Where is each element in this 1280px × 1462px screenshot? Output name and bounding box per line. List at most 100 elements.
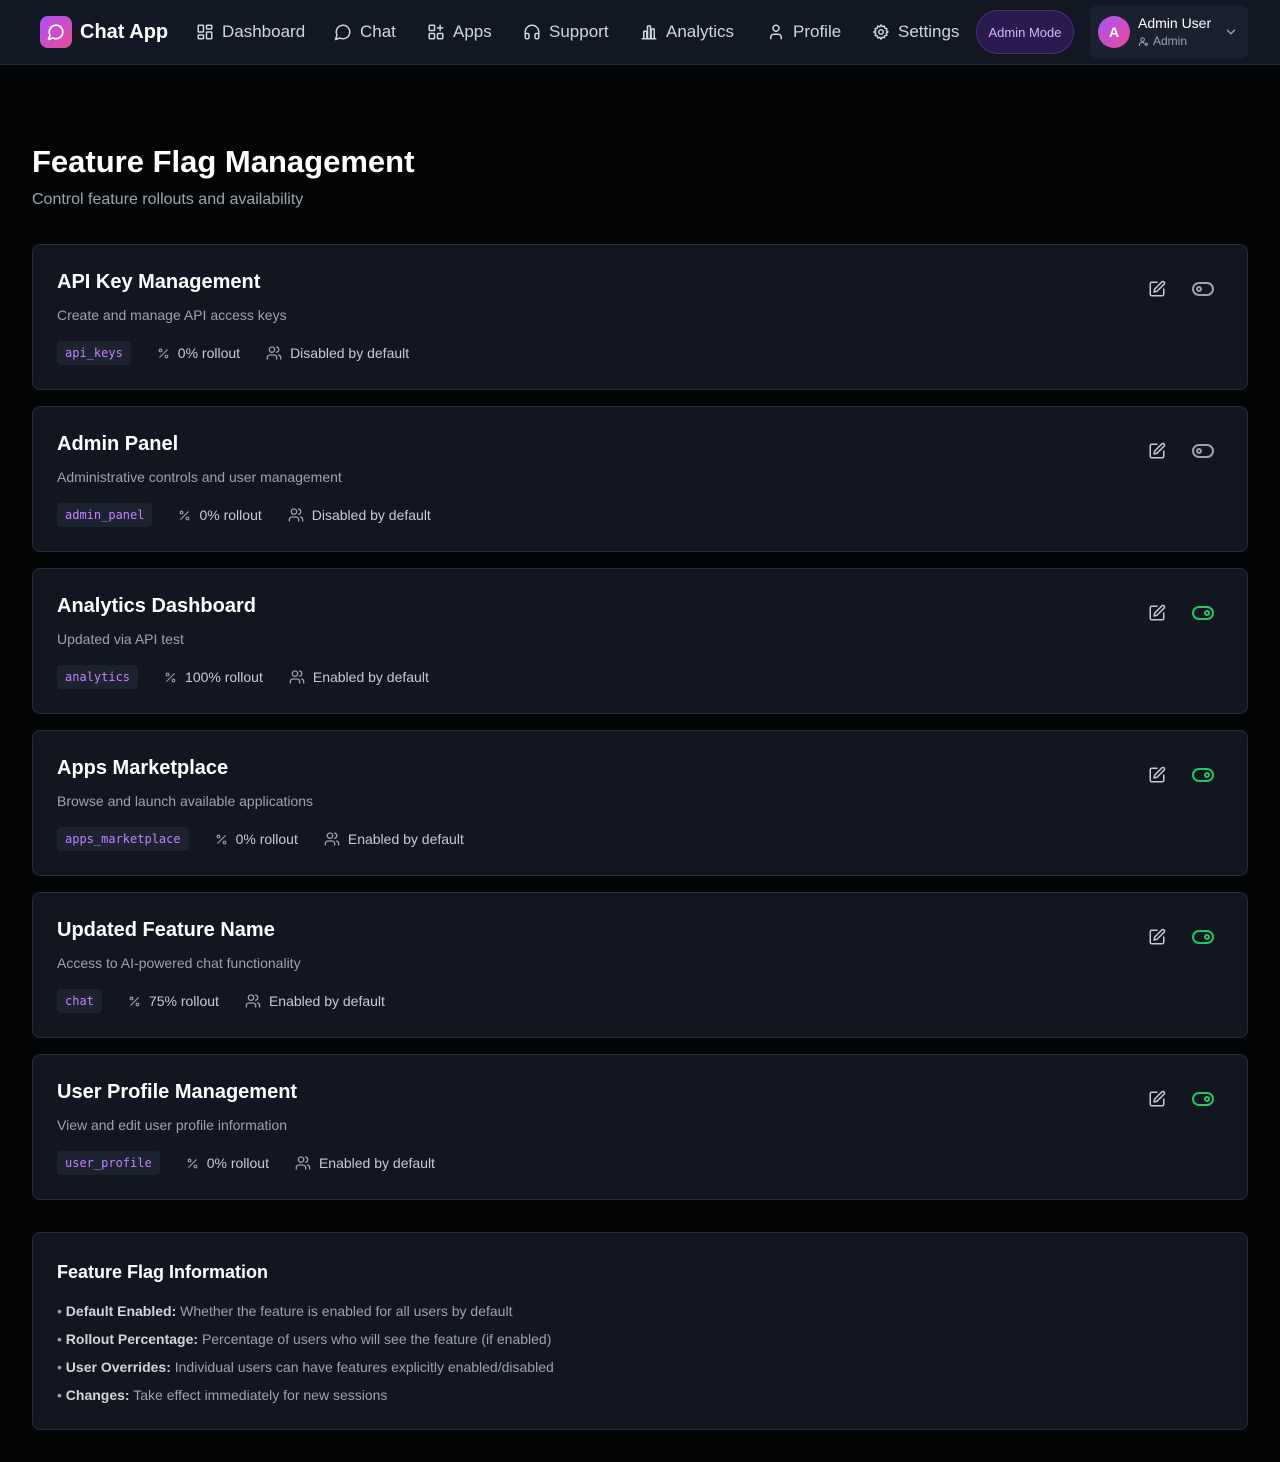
edit-flag-button[interactable]: [1145, 925, 1169, 949]
toggle-off-icon: [1192, 282, 1214, 296]
default-state-info: Enabled by default: [324, 831, 464, 847]
feature-flag-meta: analytics 100% rollout Enabled by defaul…: [57, 665, 429, 689]
edit-pencil-icon: [1149, 442, 1166, 459]
feature-flag-card-user-profile: User Profile Management View and edit us…: [32, 1054, 1248, 1200]
default-state-label: Enabled by default: [347, 831, 464, 847]
chat-bubble-logo-icon: [40, 16, 72, 48]
nav-item-chat[interactable]: Chat: [334, 18, 396, 46]
nav-label-chat: Chat: [360, 22, 396, 41]
avatar: A: [1098, 16, 1130, 48]
default-state-label: Enabled by default: [318, 1155, 435, 1171]
admin-mode-badge[interactable]: Admin Mode: [976, 10, 1074, 54]
rollout-info: 0% rollout: [186, 1155, 269, 1171]
percent-icon: [165, 672, 176, 682]
feature-flag-meta: apps_marketplace 0% rollout Enabled by d…: [57, 827, 464, 851]
brand[interactable]: Chat App: [40, 16, 168, 48]
default-state-info: Enabled by default: [289, 669, 429, 685]
feature-flag-meta: user_profile 0% rollout Enabled by defau…: [57, 1151, 435, 1175]
toggle-flag-button[interactable]: [1189, 1087, 1217, 1111]
apps-icon: [428, 24, 444, 40]
feature-flag-card-analytics: Analytics Dashboard Updated via API test…: [32, 568, 1248, 714]
feature-flag-name: API Key Management: [57, 271, 261, 293]
toggle-on-icon: [1192, 768, 1214, 782]
chat-bubble-icon: [334, 24, 351, 41]
rollout-info: 0% rollout: [215, 831, 298, 847]
edit-flag-button[interactable]: [1145, 439, 1169, 463]
user-menu[interactable]: A Admin User Admin: [1090, 5, 1248, 59]
toggle-off-icon: [1192, 444, 1214, 458]
toggle-flag-button[interactable]: [1189, 601, 1217, 625]
headset-icon: [524, 24, 540, 40]
percent-icon: [180, 510, 190, 520]
nav-label-support: Support: [549, 22, 609, 41]
edit-pencil-icon: [1149, 766, 1166, 783]
default-state-info: Enabled by default: [295, 1155, 435, 1171]
edit-flag-button[interactable]: [1145, 1087, 1169, 1111]
nav-label-dashboard: Dashboard: [222, 22, 306, 41]
feature-flag-key: admin_panel: [57, 503, 153, 527]
edit-flag-button[interactable]: [1145, 277, 1169, 301]
users-icon: [266, 346, 282, 360]
nav-item-apps[interactable]: Apps: [427, 18, 492, 46]
rollout-label: 0% rollout: [199, 507, 262, 523]
rollout-label: 75% rollout: [148, 993, 219, 1009]
nav-item-support[interactable]: Support: [523, 18, 609, 46]
percent-icon: [216, 834, 226, 844]
user-role: Admin: [1138, 34, 1187, 48]
info-title: Feature Flag Information: [57, 1262, 269, 1282]
toggle-flag-button[interactable]: [1189, 439, 1217, 463]
toggle-on-icon: [1192, 1092, 1214, 1106]
edit-pencil-icon: [1149, 280, 1166, 297]
info-text: Percentage of users who will see the fea…: [201, 1331, 552, 1347]
feature-flag-card-admin-panel: Admin Panel Administrative controls and …: [32, 406, 1248, 552]
info-item-rollout-percentage: • Rollout Percentage: Percentage of user…: [57, 1331, 552, 1347]
feature-flag-description: Browse and launch available applications: [57, 793, 314, 809]
dashboard-grid-icon: [197, 24, 213, 40]
toggle-flag-button[interactable]: [1189, 925, 1217, 949]
edit-flag-button[interactable]: [1145, 763, 1169, 787]
feature-flag-meta: admin_panel 0% rollout Disabled by defau…: [57, 503, 431, 527]
default-state-label: Enabled by default: [312, 669, 429, 685]
feature-flag-key: api_keys: [57, 341, 131, 365]
nav-item-analytics[interactable]: Analytics: [640, 18, 734, 46]
default-state-label: Disabled by default: [290, 345, 410, 361]
rollout-info: 100% rollout: [164, 669, 263, 685]
default-state-label: Enabled by default: [268, 993, 385, 1009]
info-term: User Overrides:: [65, 1359, 171, 1375]
feature-flag-name: Analytics Dashboard: [57, 595, 256, 617]
top-nav-bar: Chat App Dashboard Chat Apps Support Ana…: [0, 0, 1280, 65]
feature-flag-info-box: Feature Flag Information • Default Enabl…: [32, 1232, 1248, 1430]
feature-flag-description: Administrative controls and user managem…: [57, 469, 342, 485]
users-icon: [289, 670, 305, 684]
info-item-changes: • Changes: Take effect immediately for n…: [57, 1387, 388, 1403]
nav-item-dashboard[interactable]: Dashboard: [196, 18, 305, 46]
users-icon: [288, 508, 304, 522]
feature-flag-name: Apps Marketplace: [57, 757, 229, 779]
toggle-flag-button[interactable]: [1189, 277, 1217, 301]
feature-flag-key: analytics: [57, 665, 139, 689]
toggle-on-icon: [1192, 606, 1214, 620]
edit-flag-button[interactable]: [1145, 601, 1169, 625]
feature-flag-key: chat: [57, 989, 102, 1013]
users-icon: [245, 994, 261, 1008]
bar-chart-icon: [641, 25, 657, 40]
feature-flag-description: Access to AI-powered chat functionality: [57, 955, 301, 971]
feature-flag-card-apps-marketplace: Apps Marketplace Browse and launch avail…: [32, 730, 1248, 876]
user-icon: [770, 24, 782, 40]
info-text: Take effect immediately for new sessions: [133, 1387, 388, 1403]
rollout-label: 0% rollout: [206, 1155, 269, 1171]
edit-pencil-icon: [1149, 604, 1166, 621]
default-state-label: Disabled by default: [311, 507, 431, 523]
toggle-flag-button[interactable]: [1189, 763, 1217, 787]
nav-item-profile[interactable]: Profile: [767, 18, 841, 46]
user-role-label: Admin: [1153, 34, 1188, 48]
info-item-default-enabled: • Default Enabled: Whether the feature i…: [57, 1303, 513, 1319]
app-name: Chat App: [80, 20, 169, 43]
info-item-user-overrides: • User Overrides: Individual users can h…: [57, 1359, 554, 1375]
nav-item-settings[interactable]: Settings: [872, 18, 959, 46]
info-text: Individual users can have features expli…: [174, 1359, 554, 1375]
feature-flag-card-api-keys: API Key Management Create and manage API…: [32, 244, 1248, 390]
feature-flag-description: Updated via API test: [57, 631, 184, 647]
page-subtitle: Control feature rollouts and availabilit…: [32, 191, 304, 208]
info-term: Changes:: [65, 1387, 130, 1403]
